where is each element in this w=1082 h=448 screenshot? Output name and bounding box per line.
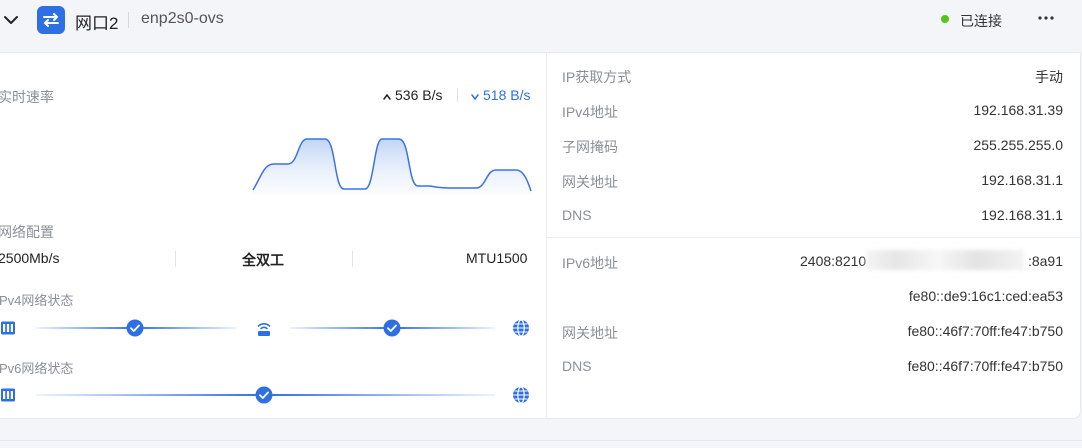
ipv4-address-label: IPv4地址: [562, 104, 619, 120]
globe-icon: [512, 319, 530, 337]
more-dots-icon[interactable]: [1036, 9, 1056, 27]
ipv4-gateway-value: 192.168.31.1: [981, 172, 1063, 188]
ipv4-status-label: Pv4网络状态: [0, 293, 74, 308]
upload-speed: 536 B/s: [395, 87, 443, 103]
arrow-up-icon: [382, 89, 392, 100]
ipv6-link-local-value: fe80::de9:16c1:ced:ea53: [908, 288, 1063, 304]
speed-label: 实时速率: [0, 89, 54, 105]
speed-chart: [252, 138, 532, 194]
interface-title: 网口2: [75, 14, 119, 33]
download-speed: 518 B/s: [483, 87, 531, 103]
chevron-down-icon[interactable]: [2, 11, 20, 29]
ipv4-address-value: 192.168.31.39: [973, 102, 1063, 118]
ipv4-dns-value: 192.168.31.1: [981, 207, 1063, 223]
status-dot: [941, 15, 949, 23]
title-divider: [128, 12, 129, 28]
ipv6-dns-value: fe80::46f7:70ff:fe47:b750: [907, 358, 1063, 374]
ipv6-address-prefix: 2408:8210: [800, 253, 867, 269]
next-card-edge: [0, 440, 1082, 441]
subnet-mask-label: 子网掩码: [562, 139, 618, 155]
config-divider-2: [352, 251, 353, 267]
globe-icon: [512, 386, 530, 404]
speed-divider: [457, 88, 458, 102]
ipv6-address-suffix: :8a91: [1027, 253, 1063, 269]
ipv4-dns-label: DNS: [562, 207, 592, 223]
ipv6-gateway-label: 网关地址: [562, 325, 618, 341]
status-text: 已连接: [960, 13, 1002, 29]
ipv4-ipv6-divider: [547, 237, 1081, 238]
link-rate: 2500Mb/s: [0, 250, 60, 266]
port-icon: [0, 387, 16, 403]
swap-arrows-icon: [37, 6, 65, 34]
ipv6-status-label: Pv6网络状态: [0, 361, 74, 376]
device-name: enp2s0-ovs: [141, 10, 224, 27]
subnet-mask-value: 255.255.255.0: [973, 137, 1063, 153]
network-config-label: 网络配置: [0, 224, 54, 240]
ip-method-value: 手动: [1035, 69, 1063, 85]
ipv6-dns-label: DNS: [562, 358, 592, 374]
arrow-down-icon: [470, 89, 480, 101]
ipv6-gateway-value: fe80::46f7:70ff:fe47:b750: [907, 323, 1063, 339]
ipv6-address-redaction: [866, 250, 1024, 270]
mtu-value: MTU1500: [466, 250, 528, 266]
check-icon: [383, 319, 401, 337]
check-icon: [255, 386, 273, 404]
check-icon: [126, 319, 144, 337]
port-icon: [0, 320, 16, 336]
router-icon: [255, 319, 273, 337]
duplex-mode: 全双工: [242, 252, 284, 268]
column-divider: [546, 52, 547, 419]
ipv6-address-label: IPv6地址: [562, 255, 619, 271]
ip-method-label: IP获取方式: [562, 69, 632, 85]
config-divider-1: [175, 251, 176, 267]
ipv4-gateway-label: 网关地址: [562, 174, 618, 190]
